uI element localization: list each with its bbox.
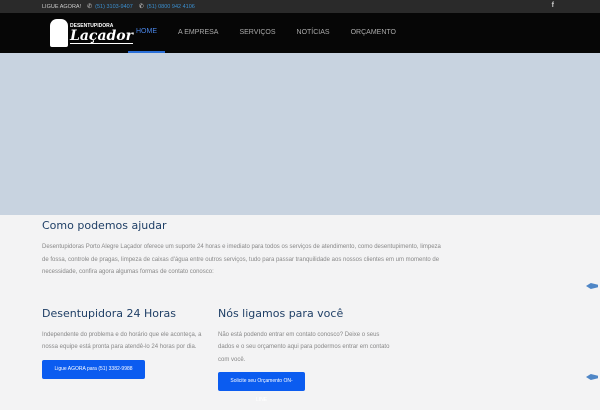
intro-text: Desentupidoras Porto Alegre Laçador ofer… (42, 244, 441, 275)
column-title: Desentupidora 24 Horas (42, 306, 176, 320)
phone-icon: ✆ (87, 4, 93, 10)
phone-2: (51) 0800 942 4106 (146, 3, 195, 10)
call-now-label: LIGUE AGORA! (42, 3, 82, 10)
main-nav: DESENTUPIDORA Laçador HOME A EMPRESA SER… (0, 13, 600, 53)
column-callback: Nós ligamos para você Não está podendo e… (218, 307, 394, 407)
top-bar: LIGUE AGORA! ✆ (51) 3103-9407 ✆ (51) 0800 … (0, 0, 600, 13)
facebook-icon[interactable]: f (552, 2, 554, 9)
phone-link-1[interactable]: ✆ (51) 3103-9407 (87, 3, 133, 11)
hero-banner (0, 53, 600, 215)
nav-servicos[interactable]: SERVIÇOS (231, 13, 283, 53)
request-quote-button[interactable]: Solicite seu Orçamento ON-LINE (218, 372, 305, 403)
menu: HOME A EMPRESA SERVIÇOS NOTÍCIAS ORÇAMEN… (128, 13, 409, 53)
phone-1: (51) 3103-9407 (95, 3, 133, 10)
call-now-button[interactable]: Ligue AGORA para (51) 3382-9988 (42, 359, 145, 379)
logo-big-text: Laçador (70, 28, 134, 44)
phone-link-2[interactable]: ✆ (51) 0800 942 4106 (138, 3, 195, 11)
column-text: Não está podendo entrar em contato conos… (218, 331, 390, 363)
nav-orcamento[interactable]: ORÇAMENTO (343, 13, 404, 53)
logo-figure-icon (50, 19, 68, 47)
column-24h: Desentupidora 24 Horas Independente do p… (42, 307, 218, 407)
nav-a-empresa[interactable]: A EMPRESA (170, 13, 226, 53)
section-title: Como podemos ajudar (42, 219, 167, 232)
nav-noticias[interactable]: NOTÍCIAS (289, 13, 338, 53)
column-title: Nós ligamos para você (218, 306, 344, 320)
content: Como podemos ajudar Desentupidoras Porto… (0, 219, 600, 406)
nav-home[interactable]: HOME (128, 13, 165, 53)
phone-icon: ✆ (138, 4, 144, 10)
logo[interactable]: DESENTUPIDORA Laçador (50, 19, 134, 47)
column-text: Independente do problema e do horário qu… (42, 331, 202, 351)
